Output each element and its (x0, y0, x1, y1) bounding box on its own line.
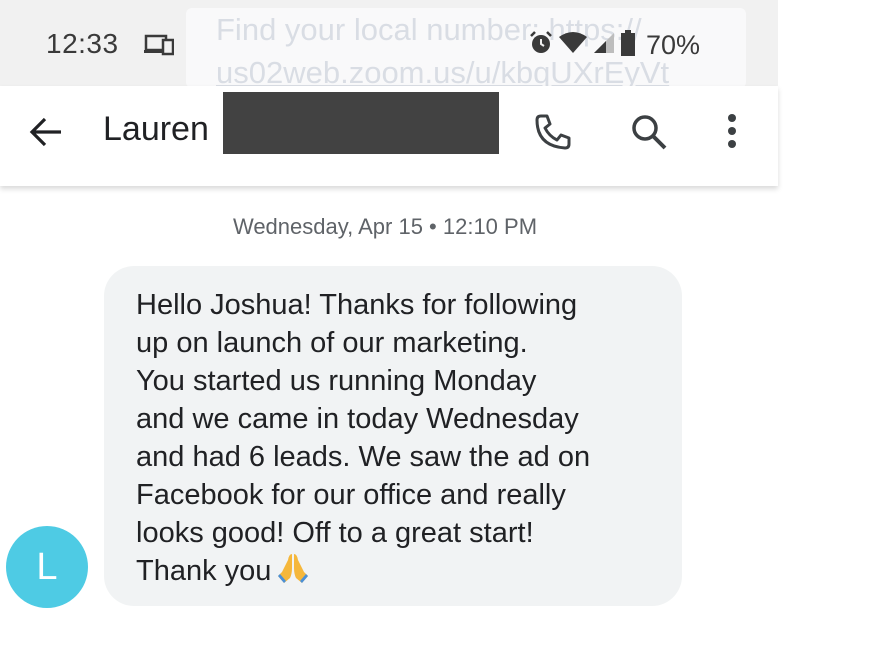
battery-icon (620, 29, 636, 61)
message-bubble[interactable]: Hello Joshua! Thanks for following up on… (104, 266, 682, 606)
message-timestamp: Wednesday, Apr 15 • 12:10 PM (232, 214, 538, 239)
more-icon[interactable] (724, 112, 740, 157)
signal-icon (592, 31, 616, 60)
back-icon[interactable] (28, 114, 64, 155)
search-icon[interactable] (629, 112, 669, 157)
contact-name[interactable]: Lauren (103, 110, 209, 149)
status-bar: 12:33 Find your local number: https:// u… (0, 0, 778, 90)
wifi-icon (558, 31, 588, 60)
cast-icon (144, 34, 175, 61)
call-icon[interactable] (533, 112, 573, 157)
avatar[interactable]: L (6, 526, 88, 608)
battery-percent: 70% (646, 29, 701, 60)
message-body: Hello Joshua! Thanks for following up on… (136, 286, 662, 594)
conversation-app-bar: Lauren (0, 86, 778, 186)
redacted-surname (223, 92, 499, 154)
status-time: 12:33 (46, 28, 119, 59)
alarm-icon (528, 30, 554, 61)
avatar-initial: L (36, 546, 58, 588)
messages-app: 12:33 Find your local number: https:// u… (0, 0, 778, 661)
status-icons: 70% (528, 29, 701, 61)
message-text: Hello Joshua! Thanks for following up on… (136, 289, 591, 587)
folded-hands-emoji-icon (275, 552, 311, 594)
